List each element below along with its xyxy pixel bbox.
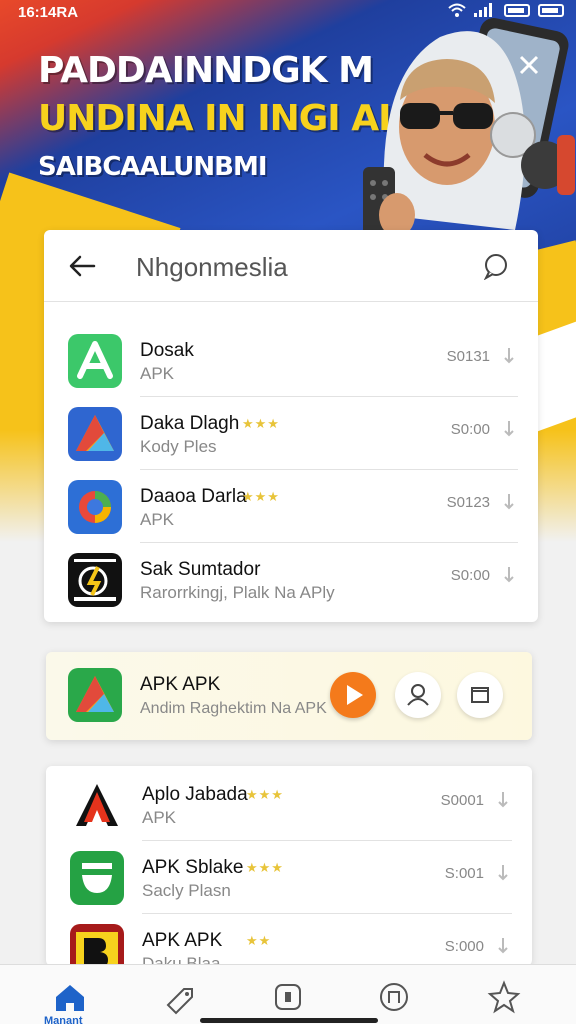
app-size: S0123 [446, 494, 490, 511]
library-icon[interactable] [266, 975, 310, 1019]
app-name: APK Sblake [142, 857, 244, 878]
play-button[interactable] [330, 672, 376, 718]
app-subtitle: APK [140, 364, 175, 383]
app-name: Dosak [140, 340, 194, 361]
app-logo-a-icon [77, 341, 113, 379]
app-size: S0:00 [450, 421, 490, 438]
hero-headline-3: SAIBCAALUNBMI [38, 152, 268, 182]
hero-headline-2: UNDINA IN INGI AI [38, 98, 391, 139]
mascot-illustration [363, 18, 575, 243]
download-icon[interactable] [496, 863, 510, 883]
app-icon [68, 668, 122, 722]
rating-stars: ★★★ [246, 860, 284, 875]
store-icon[interactable] [372, 975, 416, 1019]
status-bar: 16:14RA [0, 0, 576, 26]
app-subtitle: APK [142, 808, 177, 827]
nav-home-label: Manant [44, 1015, 83, 1024]
list-item[interactable]: Daka Dlagh ★★★ Kody Ples S0:00 [44, 397, 538, 470]
more-apps-panel: Aplo Jabada ★★★ APK S0001 APK Sblake ★★★… [46, 766, 532, 966]
download-icon[interactable] [496, 936, 510, 956]
back-arrow-icon[interactable] [66, 250, 98, 282]
app-subtitle: APK [140, 510, 175, 529]
chat-bubble-icon[interactable] [482, 252, 510, 280]
battery-icon [504, 3, 530, 17]
app-logo-triangle-icon [76, 676, 114, 712]
featured-app-name: APK APK [140, 674, 221, 695]
battery-icon [538, 3, 564, 17]
bottom-navigation: Manant [0, 964, 576, 1024]
download-icon[interactable] [502, 565, 516, 585]
app-subtitle: Rarorrkingj, Plalk Na APly [140, 583, 335, 602]
app-icon [70, 778, 124, 832]
download-icon[interactable] [502, 492, 516, 512]
status-time: 16:14RA [18, 4, 79, 21]
download-icon[interactable] [496, 790, 510, 810]
rating-stars: ★★ [246, 933, 272, 948]
list-item[interactable]: Aplo Jabada ★★★ APK S0001 [46, 768, 532, 841]
app-size: S:000 [444, 938, 484, 955]
app-logo-bowl-icon [82, 863, 112, 893]
home-icon[interactable] [48, 975, 92, 1019]
app-name: Daka Dlagh [140, 413, 240, 434]
app-name: APK APK [142, 930, 223, 951]
app-logo-b-icon [76, 932, 118, 966]
app-logo-a-icon [76, 784, 118, 826]
app-name: Aplo Jabada [142, 784, 248, 805]
list-item[interactable]: APK Sblake ★★★ Sacly Plasn S:001 [46, 841, 532, 914]
window-button[interactable] [457, 672, 503, 718]
app-icon [70, 924, 124, 966]
rating-stars: ★★★ [246, 787, 284, 802]
download-icon[interactable] [502, 419, 516, 439]
download-icon[interactable] [502, 346, 516, 366]
rating-stars: ★★★ [242, 489, 280, 504]
app-logo-bolt-icon [74, 559, 116, 601]
wifi-icon [448, 3, 466, 17]
signal-icon [474, 3, 492, 17]
featured-app-card[interactable]: APK APK Andim Raghektim Na APK [46, 652, 532, 740]
status-icons [448, 3, 564, 17]
rating-stars: ★★★ [242, 416, 280, 431]
list-item[interactable]: APK APK ★★ Daku Blaa S:000 [46, 914, 532, 966]
featured-app-subtitle: Andim Raghektim Na APK [140, 700, 327, 717]
app-size: S0131 [446, 348, 490, 365]
app-name: Sak Sumtador [140, 559, 261, 580]
app-icon [68, 407, 122, 461]
app-list-panel: Nhgonmeslia Dosak APK S0131 Daka Dlagh ★… [44, 230, 538, 622]
app-name: Daaoa Darla [140, 486, 247, 507]
app-subtitle: Sacly Plasn [142, 881, 231, 900]
app-icon [68, 334, 122, 388]
app-icon [68, 553, 122, 607]
app-size: S:001 [444, 865, 484, 882]
square-icon [471, 687, 489, 703]
app-size: S0001 [440, 792, 484, 809]
profile-button[interactable] [395, 672, 441, 718]
person-icon [407, 684, 429, 706]
home-indicator [200, 1018, 378, 1023]
app-logo-triangle-icon [76, 415, 114, 451]
panel-header: Nhgonmeslia [44, 230, 538, 302]
list-item[interactable]: Sak Sumtador Rarorrkingj, Plalk Na APly … [44, 543, 538, 616]
app-icon [68, 480, 122, 534]
app-icon [70, 851, 124, 905]
hero-headline-1: PADDAINNDGK M [38, 50, 374, 91]
list-item[interactable]: Dosak APK S0131 [44, 324, 538, 397]
star-profile-icon[interactable] [482, 975, 526, 1019]
tag-icon[interactable] [158, 975, 202, 1019]
app-logo-swirl-icon [79, 491, 111, 523]
panel-title: Nhgonmeslia [136, 252, 288, 282]
app-size: S0:00 [450, 567, 490, 584]
app-subtitle: Kody Ples [140, 437, 217, 456]
list-item[interactable]: Daaoa Darla ★★★ APK S0123 [44, 470, 538, 543]
